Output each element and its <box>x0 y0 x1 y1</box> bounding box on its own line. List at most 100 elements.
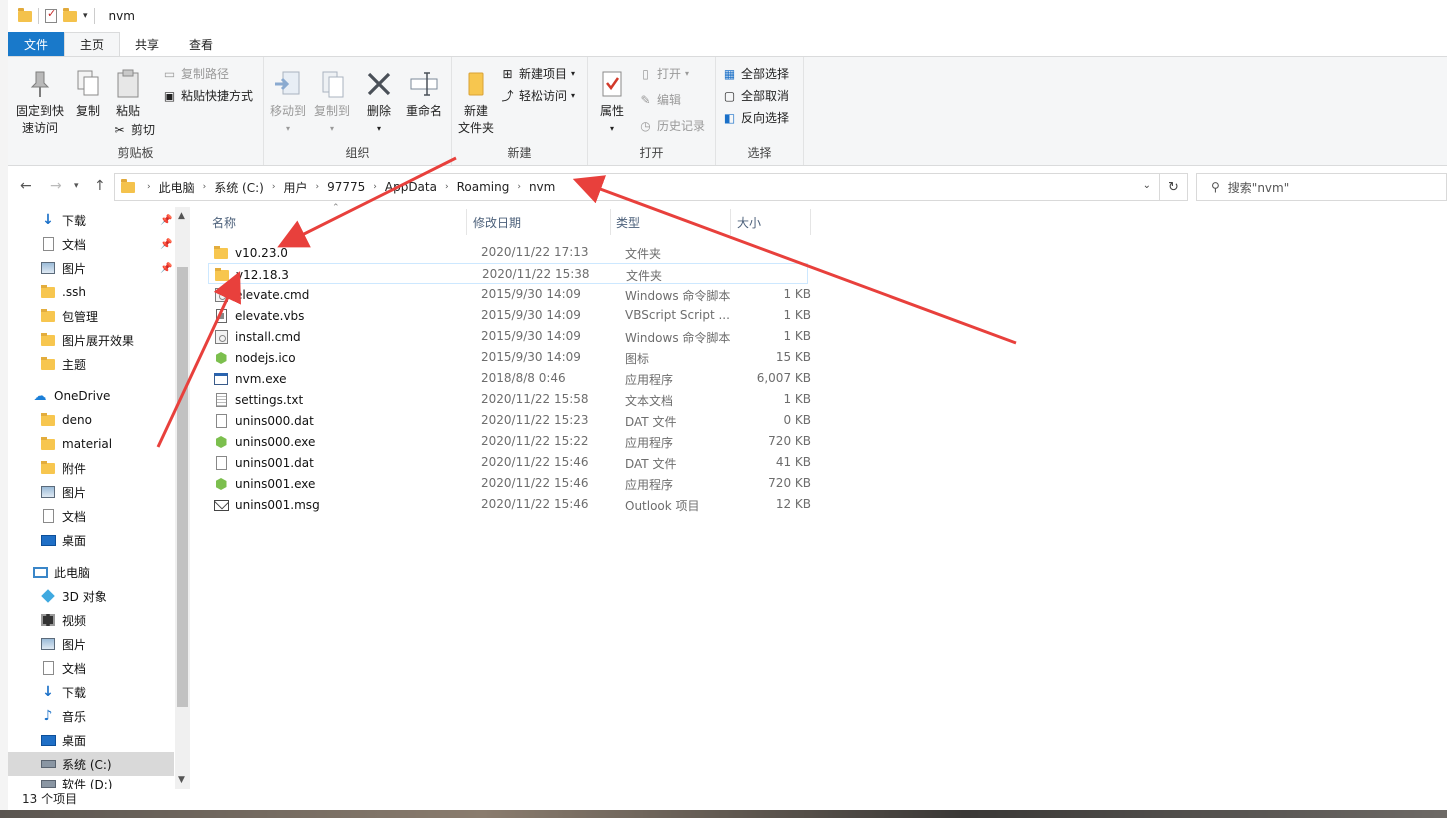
nav-item-ssh[interactable]: .ssh <box>8 280 174 304</box>
invert-selection-button[interactable]: ◧ 反向选择 <box>722 109 789 126</box>
folder-icon <box>40 284 56 300</box>
address-bar[interactable]: › 此电脑 › 系统 (C:) › 用户 › 97775 › AppData ›… <box>114 173 1160 201</box>
history-button[interactable]: ◷ 历史记录 <box>638 117 705 134</box>
file-row[interactable]: elevate.vbs 2015/9/30 14:09 VBScript Scr… <box>208 305 811 326</box>
breadcrumb-users[interactable]: 用户 <box>275 179 315 196</box>
nav-item-deno[interactable]: deno <box>8 408 174 432</box>
search-box[interactable]: ⚲ 搜索"nvm" <box>1196 173 1447 201</box>
up-arrow-icon[interactable]: ↑ <box>94 178 106 194</box>
nav-item-software-d[interactable]: 软件 (D:) <box>8 776 174 789</box>
breadcrumb-this-pc[interactable]: 此电脑 <box>151 179 203 196</box>
file-row[interactable]: v12.18.3 2020/11/22 15:38 文件夹 <box>208 263 808 284</box>
tab-share[interactable]: 共享 <box>120 32 174 56</box>
nav-item-onedrive-documents[interactable]: 文档 <box>8 504 174 528</box>
nav-item-videos[interactable]: 视频 <box>8 608 174 632</box>
select-none-button[interactable]: ▢ 全部取消 <box>722 87 789 104</box>
paste-button[interactable]: 粘贴 <box>110 67 146 120</box>
file-row[interactable]: unins001.dat 2020/11/22 15:46 DAT 文件 41 … <box>208 452 811 473</box>
file-row[interactable]: install.cmd 2015/9/30 14:09 Windows 命令脚本… <box>208 326 811 347</box>
file-row[interactable]: elevate.cmd 2015/9/30 14:09 Windows 命令脚本… <box>208 284 811 305</box>
copy-path-button[interactable]: ▭ 复制路径 <box>162 65 229 82</box>
refresh-button[interactable]: ↻ <box>1160 173 1188 201</box>
file-row[interactable]: unins001.msg 2020/11/22 15:46 Outlook 项目… <box>208 494 811 515</box>
breadcrumb-separator-icon[interactable]: › <box>139 182 151 192</box>
tab-view[interactable]: 查看 <box>174 32 228 56</box>
pin-icon[interactable]: 📌 <box>160 263 172 274</box>
nav-item-3d-objects[interactable]: 3D 对象 <box>8 584 174 608</box>
scrollbar-thumb[interactable] <box>177 267 188 707</box>
delete-button[interactable]: 删除 ▾ <box>362 67 396 137</box>
copy-button[interactable]: 复制 <box>70 67 106 120</box>
tab-home[interactable]: 主页 <box>64 32 121 56</box>
chevron-down-icon[interactable]: ▾ <box>83 11 88 21</box>
pin-icon <box>24 67 56 101</box>
nav-item-onedrive-pictures[interactable]: 图片 <box>8 480 174 504</box>
copy-to-button[interactable]: 复制到 ▾ <box>312 67 352 137</box>
back-arrow-icon[interactable]: ← <box>20 178 32 194</box>
new-folder-quick-icon[interactable] <box>63 7 77 22</box>
nav-item-music[interactable]: ♪ 音乐 <box>8 704 174 728</box>
file-row[interactable]: unins000.exe 2020/11/22 15:22 应用程序 720 K… <box>208 431 811 452</box>
nav-item-pc-desktop[interactable]: 桌面 <box>8 728 174 752</box>
nav-item-attachments[interactable]: 附件 <box>8 456 174 480</box>
column-header-size[interactable]: 大小 <box>737 207 761 237</box>
pin-quick-access-button[interactable]: 固定到快 速访问 <box>14 67 66 137</box>
column-header-type[interactable]: 类型 <box>616 207 640 237</box>
select-group: ▦ 全部选择 ▢ 全部取消 ◧ 反向选择 选择 <box>716 57 804 165</box>
column-header-date[interactable]: 修改日期 <box>473 207 521 237</box>
nav-item-downloads-pinned[interactable]: ↓ 下载 📌 <box>8 208 174 232</box>
nav-item-system-c[interactable]: 系统 (C:) <box>8 752 174 776</box>
nav-item-this-pc[interactable]: 此电脑 <box>8 560 174 584</box>
file-row[interactable]: settings.txt 2020/11/22 15:58 文本文档 1 KB <box>208 389 811 410</box>
edit-button[interactable]: ✎ 编辑 <box>638 91 681 108</box>
nav-item-pc-downloads[interactable]: ↓ 下载 <box>8 680 174 704</box>
move-to-button[interactable]: 移动到 ▾ <box>268 67 308 137</box>
nav-item-documents-pinned[interactable]: 文档 📌 <box>8 232 174 256</box>
breadcrumb-system-c[interactable]: 系统 (C:) <box>206 179 272 196</box>
edit-icon: ✎ <box>640 92 651 107</box>
breadcrumb-nvm[interactable]: nvm <box>521 180 563 194</box>
breadcrumb-roaming[interactable]: Roaming <box>449 180 518 194</box>
forward-arrow-icon[interactable]: → <box>50 178 62 194</box>
rename-button[interactable]: 重命名 <box>402 67 446 120</box>
nav-item-pictures-pinned[interactable]: 图片 📌 <box>8 256 174 280</box>
nav-item-onedrive-desktop[interactable]: 桌面 <box>8 528 174 552</box>
nav-scrollbar[interactable]: ▲ ▼ <box>175 207 190 789</box>
open-button[interactable]: ▯ 打开 ▾ <box>638 65 689 82</box>
column-divider[interactable] <box>610 209 611 235</box>
select-all-button[interactable]: ▦ 全部选择 <box>722 65 789 82</box>
nav-item-material[interactable]: material <box>8 432 174 456</box>
address-history-chevron-icon[interactable]: ⌄ <box>1143 180 1151 191</box>
new-item-button[interactable]: ⊞ 新建项目 ▾ <box>500 65 575 82</box>
properties-quick-icon[interactable] <box>45 7 57 23</box>
nav-item-pc-pictures[interactable]: 图片 <box>8 632 174 656</box>
nav-item-pc-documents[interactable]: 文档 <box>8 656 174 680</box>
nav-item-package-manager[interactable]: 包管理 <box>8 304 174 328</box>
cut-button[interactable]: ✂ 剪切 <box>112 121 155 138</box>
paste-shortcut-button[interactable]: ▣ 粘贴快捷方式 <box>162 87 253 104</box>
pin-icon[interactable]: 📌 <box>160 239 172 250</box>
column-divider[interactable] <box>810 209 811 235</box>
nav-item-theme[interactable]: 主题 <box>8 352 174 376</box>
file-row[interactable]: unins000.dat 2020/11/22 15:23 DAT 文件 0 K… <box>208 410 811 431</box>
file-row[interactable]: unins001.exe 2020/11/22 15:46 应用程序 720 K… <box>208 473 811 494</box>
nav-item-onedrive[interactable]: ☁ OneDrive <box>8 384 174 408</box>
breadcrumb-user-97775[interactable]: 97775 <box>319 180 373 194</box>
tab-file[interactable]: 文件 <box>8 32 65 56</box>
file-row[interactable]: v10.23.0 2020/11/22 17:13 文件夹 <box>208 242 808 263</box>
file-row[interactable]: nodejs.ico 2015/9/30 14:09 图标 15 KB <box>208 347 811 368</box>
properties-button[interactable]: 属性 ▾ <box>594 67 630 137</box>
file-row[interactable]: nvm.exe 2018/8/8 0:46 应用程序 6,007 KB <box>208 368 811 389</box>
scroll-up-icon[interactable]: ▲ <box>178 211 185 221</box>
easy-access-button[interactable]: ⤴ 轻松访问 ▾ <box>500 87 575 104</box>
recent-locations-chevron-icon[interactable]: ▾ <box>74 181 79 191</box>
column-header-name[interactable]: 名称 <box>212 207 236 237</box>
pin-icon[interactable]: 📌 <box>160 215 172 226</box>
column-divider[interactable] <box>730 209 731 235</box>
scroll-down-icon[interactable]: ▼ <box>178 775 185 785</box>
column-divider[interactable] <box>466 209 467 235</box>
nav-item-image-effects[interactable]: 图片展开效果 <box>8 328 174 352</box>
search-input[interactable]: 搜索"nvm" <box>1228 179 1289 196</box>
new-folder-button[interactable]: 新建 文件夹 <box>456 67 496 137</box>
breadcrumb-appdata[interactable]: AppData <box>377 180 445 194</box>
